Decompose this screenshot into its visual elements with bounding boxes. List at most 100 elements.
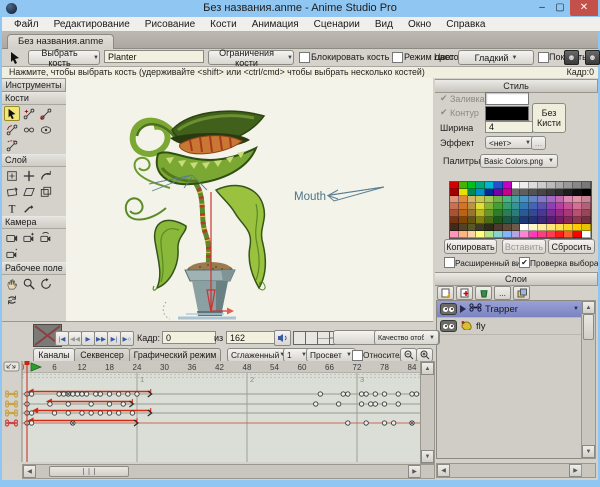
palette-swatch[interactable] bbox=[582, 217, 591, 224]
palette-swatch[interactable] bbox=[556, 231, 565, 238]
palette-swatch[interactable] bbox=[573, 189, 582, 196]
delete-layer-button[interactable] bbox=[475, 286, 492, 300]
palette-swatch[interactable] bbox=[538, 196, 547, 203]
palette-swatch[interactable] bbox=[538, 203, 547, 210]
palette-swatch[interactable] bbox=[468, 217, 477, 224]
zoom-camera-tool[interactable] bbox=[21, 230, 37, 245]
palette-swatch[interactable] bbox=[494, 231, 503, 238]
bone-constraints-button[interactable]: Ограничения кости▼ bbox=[208, 50, 294, 65]
palette-swatch[interactable] bbox=[547, 231, 556, 238]
offset-bone-tool[interactable] bbox=[21, 122, 37, 137]
insert-text-tool[interactable]: T bbox=[4, 200, 20, 215]
palette-swatch[interactable] bbox=[520, 224, 529, 231]
palette-swatch[interactable] bbox=[450, 210, 459, 217]
palette-swatch[interactable] bbox=[556, 189, 565, 196]
rotate-bone-tool[interactable] bbox=[4, 122, 20, 137]
reset-style-button[interactable]: Сбросить bbox=[548, 239, 595, 254]
step-forward-button[interactable]: ▶▶ bbox=[94, 331, 108, 346]
no-brush-button[interactable]: БезКисти bbox=[532, 103, 566, 133]
palette-swatch[interactable] bbox=[476, 217, 485, 224]
palette-swatch[interactable] bbox=[494, 189, 503, 196]
palette-swatch[interactable] bbox=[503, 210, 512, 217]
palette-swatch[interactable] bbox=[582, 189, 591, 196]
palette-swatch[interactable] bbox=[582, 182, 591, 189]
zoom-workspace-tool[interactable] bbox=[21, 276, 37, 291]
palette-swatch[interactable] bbox=[512, 217, 521, 224]
layer-visibility-icon[interactable] bbox=[440, 320, 457, 332]
palette-swatch[interactable] bbox=[564, 189, 573, 196]
layer-row-trapper[interactable]: Trapper▼ bbox=[437, 301, 582, 318]
bone-color-dropdown[interactable]: Гладкий▼ bbox=[458, 50, 534, 65]
layers-hscrollbar[interactable]: ◀ ▶ bbox=[436, 463, 583, 478]
palette-swatch[interactable] bbox=[512, 231, 521, 238]
lasso-mode-checkbox[interactable] bbox=[392, 52, 403, 63]
palette-swatch[interactable] bbox=[512, 224, 521, 231]
palette-swatch[interactable] bbox=[529, 196, 538, 203]
palette-swatch[interactable] bbox=[529, 224, 538, 231]
scroll-left-icon[interactable]: ◀ bbox=[437, 464, 450, 477]
menu-draw[interactable]: Рисование bbox=[145, 19, 195, 30]
menu-animation[interactable]: Анимация bbox=[252, 19, 299, 30]
current-frame-input[interactable] bbox=[162, 331, 216, 344]
scrollbar-thumb[interactable] bbox=[583, 314, 594, 340]
palette-swatch[interactable] bbox=[564, 217, 573, 224]
scroll-down-icon[interactable]: ▼ bbox=[421, 450, 434, 463]
loop-button[interactable]: ▶○ bbox=[120, 331, 134, 346]
palette-swatch[interactable] bbox=[512, 196, 521, 203]
palette-swatch[interactable] bbox=[494, 196, 503, 203]
palette-swatch[interactable] bbox=[556, 182, 565, 189]
palette-swatch[interactable] bbox=[512, 203, 521, 210]
palette-swatch[interactable] bbox=[538, 189, 547, 196]
palette-swatch[interactable] bbox=[450, 224, 459, 231]
palette-swatch[interactable] bbox=[476, 196, 485, 203]
palette-swatch[interactable] bbox=[459, 203, 468, 210]
translate-bone-tool[interactable] bbox=[21, 106, 37, 121]
copy-style-button[interactable]: Копировать bbox=[444, 239, 497, 254]
palette-swatch[interactable] bbox=[476, 203, 485, 210]
palette-swatch[interactable] bbox=[520, 231, 529, 238]
palette-swatch[interactable] bbox=[582, 231, 591, 238]
eyedropper-tool[interactable] bbox=[21, 200, 37, 215]
menu-window[interactable]: Окно bbox=[408, 19, 431, 30]
display-quality-dropdown[interactable]: Качество отображения▼ bbox=[374, 330, 439, 345]
palette-swatch[interactable] bbox=[468, 189, 477, 196]
palette-swatch[interactable] bbox=[573, 231, 582, 238]
palette-swatch[interactable] bbox=[450, 196, 459, 203]
palette-swatch[interactable] bbox=[573, 224, 582, 231]
palette-swatch[interactable] bbox=[494, 203, 503, 210]
paste-style-button[interactable]: Вставить bbox=[502, 239, 546, 254]
palette-swatch[interactable] bbox=[485, 224, 494, 231]
palette-swatch[interactable] bbox=[503, 203, 512, 210]
new-layer-button[interactable] bbox=[437, 286, 454, 300]
palette-swatch[interactable] bbox=[573, 203, 582, 210]
jump-to-start-button[interactable]: |◀ bbox=[55, 331, 69, 346]
onion-skin-dropdown[interactable]: Просвет▼ bbox=[306, 348, 356, 362]
mouth-bone[interactable]: Mouth bbox=[294, 187, 384, 203]
mute-button[interactable] bbox=[274, 330, 291, 346]
stack-layer-tool[interactable] bbox=[38, 184, 54, 199]
palette-swatch[interactable] bbox=[520, 196, 529, 203]
palette-swatch[interactable] bbox=[520, 189, 529, 196]
play-button[interactable]: ▶ bbox=[81, 331, 95, 346]
palette-swatch[interactable] bbox=[564, 196, 573, 203]
palette-swatch[interactable] bbox=[520, 217, 529, 224]
palette-swatch[interactable] bbox=[503, 224, 512, 231]
layer-options-button[interactable]: ... bbox=[494, 286, 511, 300]
palette-swatch[interactable] bbox=[547, 189, 556, 196]
palette-swatch[interactable] bbox=[468, 196, 477, 203]
reparent-bone-tool[interactable] bbox=[4, 138, 20, 153]
expand-triangle-icon[interactable] bbox=[460, 305, 466, 313]
palette-swatch[interactable] bbox=[476, 224, 485, 231]
width-input[interactable] bbox=[485, 121, 533, 133]
palette-swatch[interactable] bbox=[547, 182, 556, 189]
palette-swatch[interactable] bbox=[494, 210, 503, 217]
scale-bone-tool[interactable] bbox=[38, 106, 54, 121]
total-frames-input[interactable] bbox=[226, 331, 276, 344]
palette-swatch[interactable] bbox=[556, 196, 565, 203]
palette-swatch[interactable] bbox=[468, 231, 477, 238]
palette-swatch[interactable] bbox=[538, 182, 547, 189]
palette-swatch[interactable] bbox=[459, 217, 468, 224]
rotate-layer-tool[interactable] bbox=[38, 168, 54, 183]
roll-camera-tool[interactable] bbox=[38, 230, 54, 245]
palette-swatch[interactable] bbox=[485, 196, 494, 203]
